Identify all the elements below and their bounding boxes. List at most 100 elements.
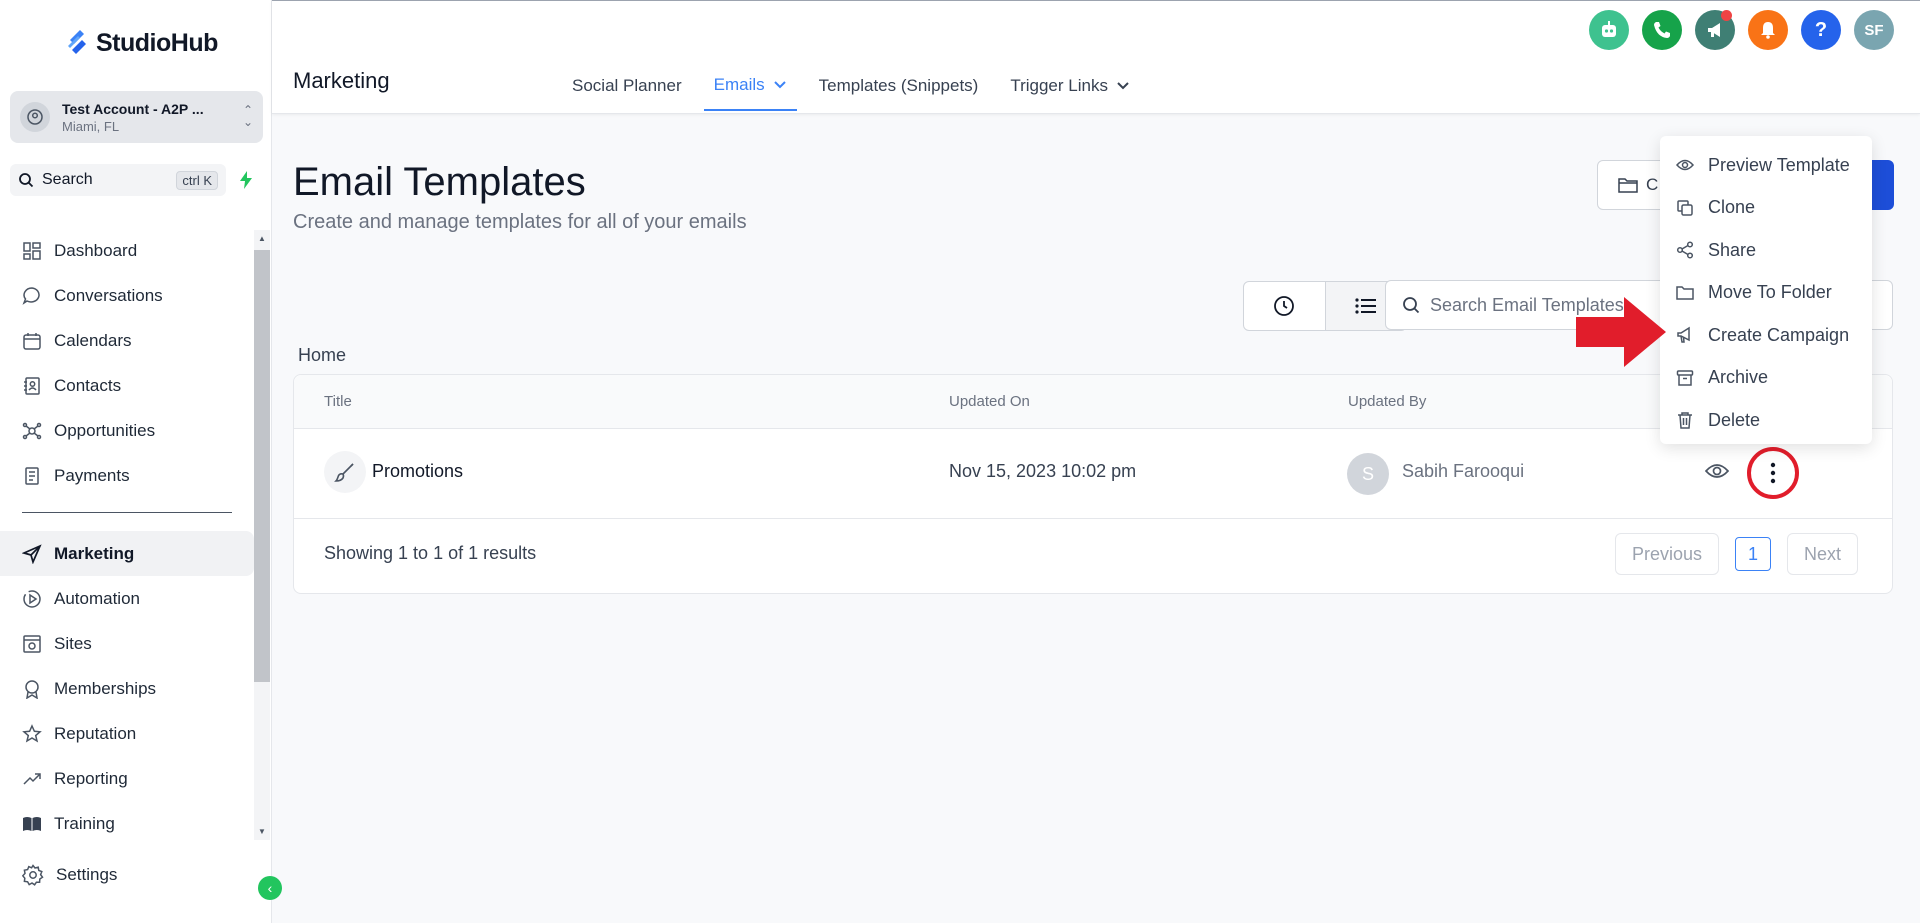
quick-action-button[interactable] [232, 166, 260, 194]
next-page-button[interactable]: Next [1786, 533, 1858, 575]
sidebar-item-label: Reputation [54, 723, 137, 743]
sidebar-item-label: Sites [54, 633, 92, 653]
more-options-button[interactable] [1747, 447, 1799, 499]
sidebar-item-dashboard[interactable]: Dashboard [0, 228, 254, 273]
menu-item-move-to-folder[interactable]: Move To Folder [1660, 272, 1872, 315]
sidebar-item-conversations[interactable]: Conversations [0, 273, 254, 318]
table-header: Title Updated On Updated By [294, 375, 1892, 429]
preview-button[interactable] [1704, 461, 1730, 486]
tab-emails[interactable]: Emails [703, 61, 797, 111]
page-number-button[interactable]: 1 [1734, 537, 1771, 571]
sidebar-item-contacts[interactable]: Contacts [0, 363, 254, 408]
sidebar-item-opportunities[interactable]: Opportunities [0, 408, 254, 453]
tab-social-planner[interactable]: Social Planner [562, 61, 692, 111]
chevron-down-icon [773, 81, 786, 89]
tab-label: Trigger Links [1010, 76, 1108, 95]
sidebar-item-marketing[interactable]: Marketing [0, 531, 254, 576]
gear-icon [22, 864, 44, 886]
column-header-updated-on: Updated On [949, 393, 1030, 410]
search-icon [1403, 297, 1420, 314]
menu-item-preview-template[interactable]: Preview Template [1660, 144, 1872, 187]
announcements-button[interactable] [1695, 10, 1735, 50]
sidebar-item-training[interactable]: Training [0, 801, 254, 846]
brand-name: StudioHub [96, 28, 218, 57]
account-switcher[interactable]: Test Account - A2P ... Miami, FL ⌃ ⌄ [10, 91, 263, 143]
sidebar-item-reporting[interactable]: Reporting [0, 756, 254, 801]
tab-templates-snippets[interactable]: Templates (Snippets) [809, 61, 989, 111]
help-button[interactable]: ? [1801, 10, 1841, 50]
sidebar-item-settings[interactable]: Settings [22, 864, 117, 886]
sidebar-item-sites[interactable]: Sites [0, 621, 254, 666]
eye-icon [1676, 160, 1694, 171]
sidebar-search[interactable]: Search ctrl K [10, 164, 226, 196]
sidebar-item-label: Training [54, 813, 115, 833]
avatar: S [1347, 453, 1389, 495]
user-icon [27, 109, 43, 125]
dashboard-icon [23, 241, 41, 260]
sidebar-item-payments[interactable]: Payments [0, 453, 254, 498]
settings-label: Settings [56, 865, 118, 884]
scroll-down-icon[interactable]: ▼ [258, 827, 266, 836]
eye-icon [1704, 464, 1730, 478]
user-initials: SF [1864, 21, 1884, 39]
sidebar-item-label: Dashboard [54, 240, 138, 260]
trash-icon [1678, 412, 1692, 429]
page-title: Email Templates [293, 160, 586, 204]
menu-item-create-campaign[interactable]: Create Campaign [1660, 314, 1872, 357]
menu-item-clone[interactable]: Clone [1660, 187, 1872, 230]
template-title[interactable]: Promotions [372, 461, 463, 482]
star-icon [22, 723, 42, 743]
scroll-up-icon[interactable]: ▲ [258, 234, 266, 243]
marketing-tabs: Social Planner Emails Templates (Snippet… [562, 61, 1152, 113]
sidebar-item-label: Marketing [54, 543, 135, 563]
table-row[interactable]: Promotions Nov 15, 2023 10:02 pm S Sabih… [294, 429, 1892, 519]
sidebar-item-label: Automation [54, 588, 140, 608]
menu-item-archive[interactable]: Archive [1660, 357, 1872, 400]
sidebar-item-automation[interactable]: Automation [0, 576, 254, 621]
trend-icon [23, 772, 41, 785]
collapse-sidebar-button[interactable]: ‹ [258, 876, 282, 900]
menu-item-label: Delete [1708, 409, 1761, 430]
brand-logo[interactable]: StudioHub [66, 28, 218, 58]
menu-item-share[interactable]: Share [1660, 229, 1872, 272]
sidebar-item-label: Reporting [54, 768, 128, 788]
menu-item-label: Create Campaign [1708, 324, 1850, 345]
sidebar-item-calendars[interactable]: Calendars [0, 318, 254, 363]
bell-icon [1761, 22, 1775, 39]
sidebar-item-memberships[interactable]: Memberships [0, 666, 254, 711]
previous-page-button[interactable]: Previous [1614, 533, 1719, 575]
sidebar-scrollbar[interactable]: ▲ ▼ [254, 230, 270, 840]
sidebar-item-reputation[interactable]: Reputation [0, 711, 254, 756]
tab-label: Social Planner [572, 76, 682, 95]
user-avatar[interactable]: SF [1854, 10, 1894, 50]
breadcrumb[interactable]: Home [298, 345, 346, 366]
ai-assistant-button[interactable] [1589, 10, 1629, 50]
create-folder-label: C [1646, 175, 1659, 194]
folder-icon [1618, 178, 1638, 193]
sidebar-item-label: Contacts [54, 375, 122, 395]
brush-icon [324, 451, 366, 493]
tab-trigger-links[interactable]: Trigger Links [1000, 61, 1140, 111]
column-header-updated-by: Updated By [1348, 393, 1427, 410]
account-avatar [20, 102, 50, 132]
robot-icon [1602, 21, 1616, 37]
megaphone-icon [1708, 23, 1720, 37]
sidebar-item-label: Opportunities [54, 420, 156, 440]
book-icon [23, 816, 41, 831]
sidebar-item-label: Memberships [54, 678, 157, 698]
archive-icon [1676, 370, 1694, 386]
recent-view-button[interactable] [1244, 282, 1325, 330]
menu-item-delete[interactable]: Delete [1660, 399, 1872, 442]
menu-item-label: Move To Folder [1708, 282, 1832, 303]
chevron-down-icon [1117, 82, 1129, 90]
menu-item-label: Archive [1708, 367, 1769, 388]
opportunities-icon [22, 422, 42, 439]
menu-item-label: Preview Template [1708, 154, 1850, 175]
section-title: Marketing [293, 68, 390, 93]
scroll-thumb[interactable] [254, 250, 270, 682]
phone-button[interactable] [1642, 10, 1682, 50]
bolt-icon [240, 171, 252, 189]
notifications-button[interactable] [1748, 10, 1788, 50]
tab-label: Emails [713, 75, 765, 94]
clock-icon [1274, 296, 1295, 316]
